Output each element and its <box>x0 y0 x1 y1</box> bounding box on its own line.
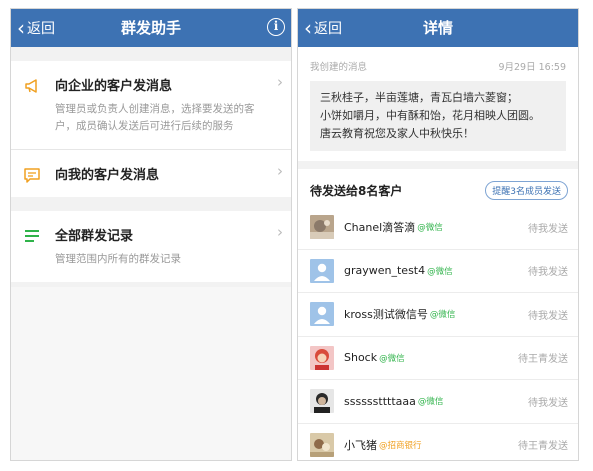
menu-item-enterprise-send[interactable]: 向企业的客户发消息 管理员或负责人创建消息，选择要发送的客 户，成员确认发送后可… <box>11 61 291 150</box>
chevron-left-icon: ‹ <box>17 16 25 40</box>
chevron-right-icon: › <box>277 223 283 241</box>
photo-avatar <box>310 345 334 370</box>
back-button[interactable]: ‹ 返回 <box>304 9 342 47</box>
message-datetime: 9月29日 16:59 <box>498 62 566 73</box>
chevron-right-icon: › <box>277 162 283 180</box>
menu-title: 全部群发记录 <box>55 229 134 244</box>
menu-desc: 管理员或负责人创建消息，选择要发送的客 户，成员确认发送后可进行后续的服务 <box>55 101 263 135</box>
customer-row[interactable]: Shock @微信 待王青发送 <box>298 337 578 380</box>
photo-avatar <box>310 389 334 414</box>
back-label: 返回 <box>27 21 55 37</box>
back-label: 返回 <box>314 21 342 37</box>
menu-title: 向我的客户发消息 <box>55 168 160 183</box>
bank-tag: @招商银行 <box>379 440 422 451</box>
wechat-tag: @微信 <box>379 353 405 364</box>
empty-area <box>11 287 291 460</box>
list-icon <box>25 230 39 242</box>
send-status: 待我发送 <box>528 310 568 322</box>
created-label: 我创建的消息 <box>310 62 368 73</box>
remind-members-button[interactable]: 提醒3名成员发送 <box>485 181 568 200</box>
menu-title: 向企业的客户发消息 <box>55 79 173 94</box>
message-line: 三秋桂子，半亩莲塘，青瓦白墙六菱窗； <box>320 91 518 104</box>
customer-name: ssssssttttaaa <box>344 394 416 408</box>
customer-name: 小飞猪 <box>344 438 377 452</box>
menu-group: 向企业的客户发消息 管理员或负责人创建消息，选择要发送的客 户，成员确认发送后可… <box>11 61 291 197</box>
customer-name: Chanel滴答滴 <box>344 221 416 235</box>
customer-name: graywen_test4 <box>344 264 426 278</box>
wechat-tag: @微信 <box>417 397 444 408</box>
customer-row[interactable]: graywen_test4 @微信 待我发送 <box>298 250 578 293</box>
photo-avatar <box>310 215 334 240</box>
info-icon[interactable]: i <box>267 18 285 36</box>
message-line: 唐云教育祝您及家人中秋快乐！ <box>320 127 474 140</box>
pending-header: 待发送给8名客户 提醒3名成员发送 <box>298 169 578 206</box>
customer-name: Shock <box>344 351 378 365</box>
menu-item-all-records[interactable]: 全部群发记录 管理范围内所有的群发记录 › <box>11 211 291 282</box>
wechat-tag: @微信 <box>427 266 453 277</box>
navbar: ‹ 返回 详情 <box>298 9 578 47</box>
menu-desc: 管理范围内所有的群发记录 <box>55 253 181 265</box>
message-meta: 我创建的消息 9月29日 16:59 <box>310 47 566 81</box>
pending-title: 待发送给8名客户 <box>310 184 403 198</box>
send-status: 待我发送 <box>528 267 568 279</box>
navbar: ‹ 返回 群发助手 i <box>11 9 291 47</box>
chevron-left-icon: ‹ <box>304 16 312 40</box>
wechat-tag: @微信 <box>417 223 443 234</box>
menu-desc-line: 户，成员确认发送后可进行后续的服务 <box>55 120 234 132</box>
customer-row[interactable]: ssssssttttaaa @微信 待我发送 <box>298 380 578 424</box>
default-avatar <box>310 258 334 283</box>
message-line: 小饼如嚼月，中有酥和饴，花月相映人团圆。 <box>320 109 540 122</box>
message-icon <box>24 168 40 183</box>
message-card: 我创建的消息 9月29日 16:59 三秋桂子，半亩莲塘，青瓦白墙六菱窗； 小饼… <box>298 47 578 161</box>
customer-row[interactable]: kross测试微信号 @微信 待我发送 <box>298 293 578 337</box>
photo-avatar <box>310 432 334 457</box>
customer-name: kross测试微信号 <box>344 308 428 322</box>
send-status: 待我发送 <box>528 397 568 409</box>
detail-screen: ‹ 返回 详情 我创建的消息 9月29日 16:59 三秋桂子，半亩莲塘，青瓦白… <box>297 8 579 461</box>
send-status: 待王青发送 <box>518 354 568 366</box>
megaphone-icon <box>25 79 37 93</box>
customer-row[interactable]: Chanel滴答滴 @微信 待我发送 <box>298 206 578 250</box>
customer-row[interactable]: 小飞猪 @招商银行 待王青发送 <box>298 424 578 461</box>
group-send-assistant-screen: ‹ 返回 群发助手 i 向企业的客户发消息 管理员或负责人创建消息，选择要发送的… <box>10 8 292 461</box>
default-avatar <box>310 302 334 327</box>
send-status: 待我发送 <box>528 223 568 235</box>
chevron-right-icon: › <box>277 73 283 91</box>
menu-desc-line: 管理员或负责人创建消息，选择要发送的客 <box>55 103 255 115</box>
pending-section: 待发送给8名客户 提醒3名成员发送 Chanel滴答滴 @微信 待我发送 gra… <box>298 169 578 461</box>
back-button[interactable]: ‹ 返回 <box>17 9 55 47</box>
records-group: 全部群发记录 管理范围内所有的群发记录 › <box>11 211 291 282</box>
send-status: 待王青发送 <box>518 441 568 453</box>
menu-item-my-send[interactable]: 向我的客户发消息 › <box>11 150 291 197</box>
message-content: 三秋桂子，半亩莲塘，青瓦白墙六菱窗； 小饼如嚼月，中有酥和饴，花月相映人团圆。 … <box>310 81 566 151</box>
wechat-tag: @微信 <box>429 310 456 321</box>
